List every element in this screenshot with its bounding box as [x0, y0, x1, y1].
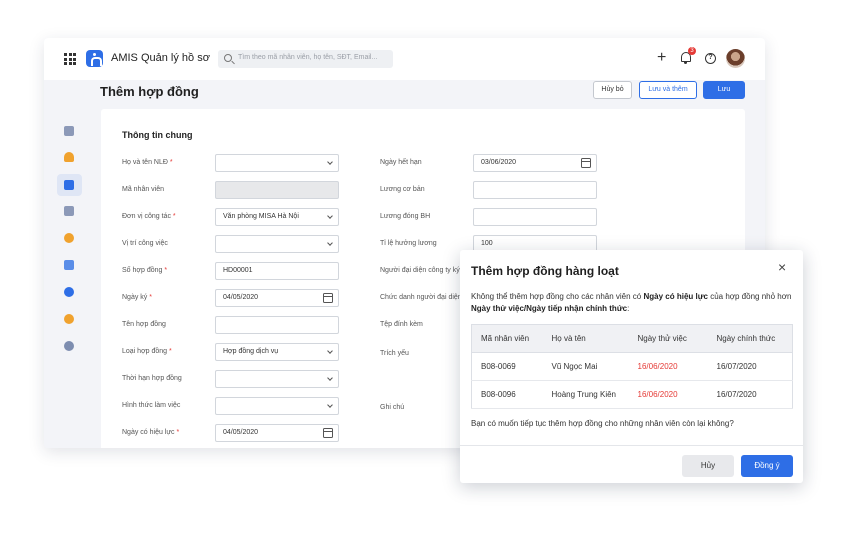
field-label: Hình thức làm việc [122, 402, 181, 409]
field-label: Tên hợp đồng [122, 321, 166, 328]
insurance-salary-input[interactable] [473, 208, 597, 226]
app-title: AMIS Quản lý hồ sơ [111, 52, 210, 64]
field-label: Ghi chú [380, 404, 405, 411]
page-title: Thêm hợp đồng [100, 84, 199, 99]
amis-logo [86, 50, 103, 67]
expiry-date-input[interactable]: 03/06/2020 [473, 154, 597, 172]
search-input[interactable]: Tìm theo mã nhân viên, họ tên, SĐT, Emai… [238, 54, 377, 61]
bulk-contract-dialog: Thêm hợp đồng hàng loạt × Không thể thêm… [460, 250, 803, 483]
table-row: B08-0069 Vũ Ngọc Mai 16/06/2020 16/07/20… [471, 352, 793, 381]
users-icon[interactable] [64, 233, 74, 243]
contract-name-input[interactable] [215, 316, 339, 334]
search-box[interactable]: Tìm theo mã nhân viên, họ tên, SĐT, Emai… [218, 50, 393, 68]
top-bar: AMIS Quản lý hồ sơ Tìm theo mã nhân viên… [44, 38, 765, 80]
work-form-select[interactable] [215, 397, 339, 415]
field-label: Lương cơ bản [380, 186, 425, 193]
chevron-down-icon [327, 240, 333, 246]
home-icon[interactable] [64, 126, 74, 136]
column-header: Ngày thử việc [628, 324, 708, 353]
field-label: Người đại diện công ty ký [380, 267, 460, 274]
dialog-message: Không thể thêm hợp đồng cho các nhân viê… [471, 292, 792, 313]
chevron-down-icon [327, 375, 333, 381]
chevron-down-icon [327, 213, 333, 219]
notification-badge: 3 [688, 47, 696, 55]
add-icon[interactable]: + [657, 48, 666, 68]
chevron-down-icon [327, 402, 333, 408]
field-label: Số hợp đồng * [122, 267, 168, 274]
dialog-title: Thêm hợp đồng hàng loạt [471, 264, 619, 278]
avatar[interactable] [726, 49, 745, 68]
section-title: Thông tin chung [122, 130, 193, 140]
contract-term-select[interactable] [215, 370, 339, 388]
field-label: Loại hợp đồng * [122, 348, 172, 355]
employee-code-field [215, 181, 339, 199]
user-icon[interactable] [64, 152, 74, 162]
field-label: Họ và tên NLĐ * [122, 159, 173, 166]
search-icon [224, 54, 232, 62]
chevron-down-icon [327, 159, 333, 165]
trial-date-cell: 16/06/2020 [628, 380, 708, 409]
help-icon[interactable]: ? [705, 53, 716, 64]
gift-icon[interactable] [64, 260, 74, 270]
field-label: Chức danh người đại diện [380, 294, 462, 301]
employee-name-cell: Vũ Ngọc Mai [542, 352, 629, 381]
field-label: Mã nhân viên [122, 186, 165, 193]
position-select[interactable] [215, 235, 339, 253]
dialog-question: Bạn có muốn tiếp tục thêm hợp đồng cho n… [471, 419, 734, 428]
field-label: Thời hạn hợp đồng [122, 375, 182, 382]
employee-name-select[interactable] [215, 154, 339, 172]
employee-code-cell: B08-0096 [471, 380, 543, 409]
table-row: B08-0096 Hoàng Trung Kiên 16/06/2020 16/… [471, 380, 793, 409]
dialog-confirm-button[interactable]: Đồng ý [741, 455, 793, 477]
calendar-icon[interactable] [581, 158, 591, 168]
employee-name-cell: Hoàng Trung Kiên [542, 380, 629, 409]
calendar-icon[interactable] [323, 428, 333, 438]
dialog-footer: Hủy Đồng ý [460, 445, 803, 483]
sign-date-input[interactable]: 04/05/2020 [215, 289, 339, 307]
field-label: Ngày ký * [122, 294, 152, 301]
field-label: Tỉ lệ hưởng lương [380, 240, 437, 247]
contract-number-input[interactable]: HD00001 [215, 262, 339, 280]
trial-date-cell: 16/06/2020 [628, 352, 708, 381]
work-unit-select[interactable]: Văn phòng MISA Hà Nội [215, 208, 339, 226]
document-icon[interactable] [64, 180, 74, 190]
save-button[interactable]: Lưu [703, 81, 745, 99]
field-label: Trích yếu [380, 350, 409, 357]
base-salary-input[interactable] [473, 181, 597, 199]
official-date-cell: 16/07/2020 [707, 352, 793, 381]
effective-date-input[interactable]: 04/05/2020 [215, 424, 339, 442]
info-icon[interactable] [64, 287, 74, 297]
employee-code-cell: B08-0069 [471, 352, 543, 381]
gear-icon[interactable] [64, 341, 74, 351]
calendar-icon[interactable] [323, 293, 333, 303]
employee-table: Mã nhân viên Họ và tên Ngày thử việc Ngà… [471, 324, 793, 409]
field-label: Ngày hết hạn [380, 159, 422, 166]
field-label: Ngày có hiệu lực * [122, 429, 180, 436]
column-header: Họ và tên [542, 324, 629, 353]
official-date-cell: 16/07/2020 [707, 380, 793, 409]
chevron-down-icon [327, 348, 333, 354]
pie-chart-icon[interactable] [64, 314, 74, 324]
column-header: Mã nhân viên [471, 324, 543, 353]
field-label: Đơn vị công tác * [122, 213, 176, 220]
field-label: Tệp đính kèm [380, 321, 423, 328]
field-label: Vị trí công việc [122, 240, 168, 247]
dialog-cancel-button[interactable]: Hủy [682, 455, 734, 477]
close-icon[interactable]: × [778, 260, 786, 274]
contract-type-select[interactable]: Hợp đồng dịch vụ [215, 343, 339, 361]
save-and-add-button[interactable]: Lưu và thêm [639, 81, 697, 99]
table-header-row: Mã nhân viên Họ và tên Ngày thử việc Ngà… [471, 324, 793, 353]
sidebar: » [44, 80, 94, 448]
field-label: Lương đóng BH [380, 213, 431, 220]
cancel-button[interactable]: Hủy bỏ [593, 81, 632, 99]
app-grid-icon[interactable] [64, 53, 76, 65]
file-icon[interactable] [64, 206, 74, 216]
column-header: Ngày chính thức [707, 324, 793, 353]
